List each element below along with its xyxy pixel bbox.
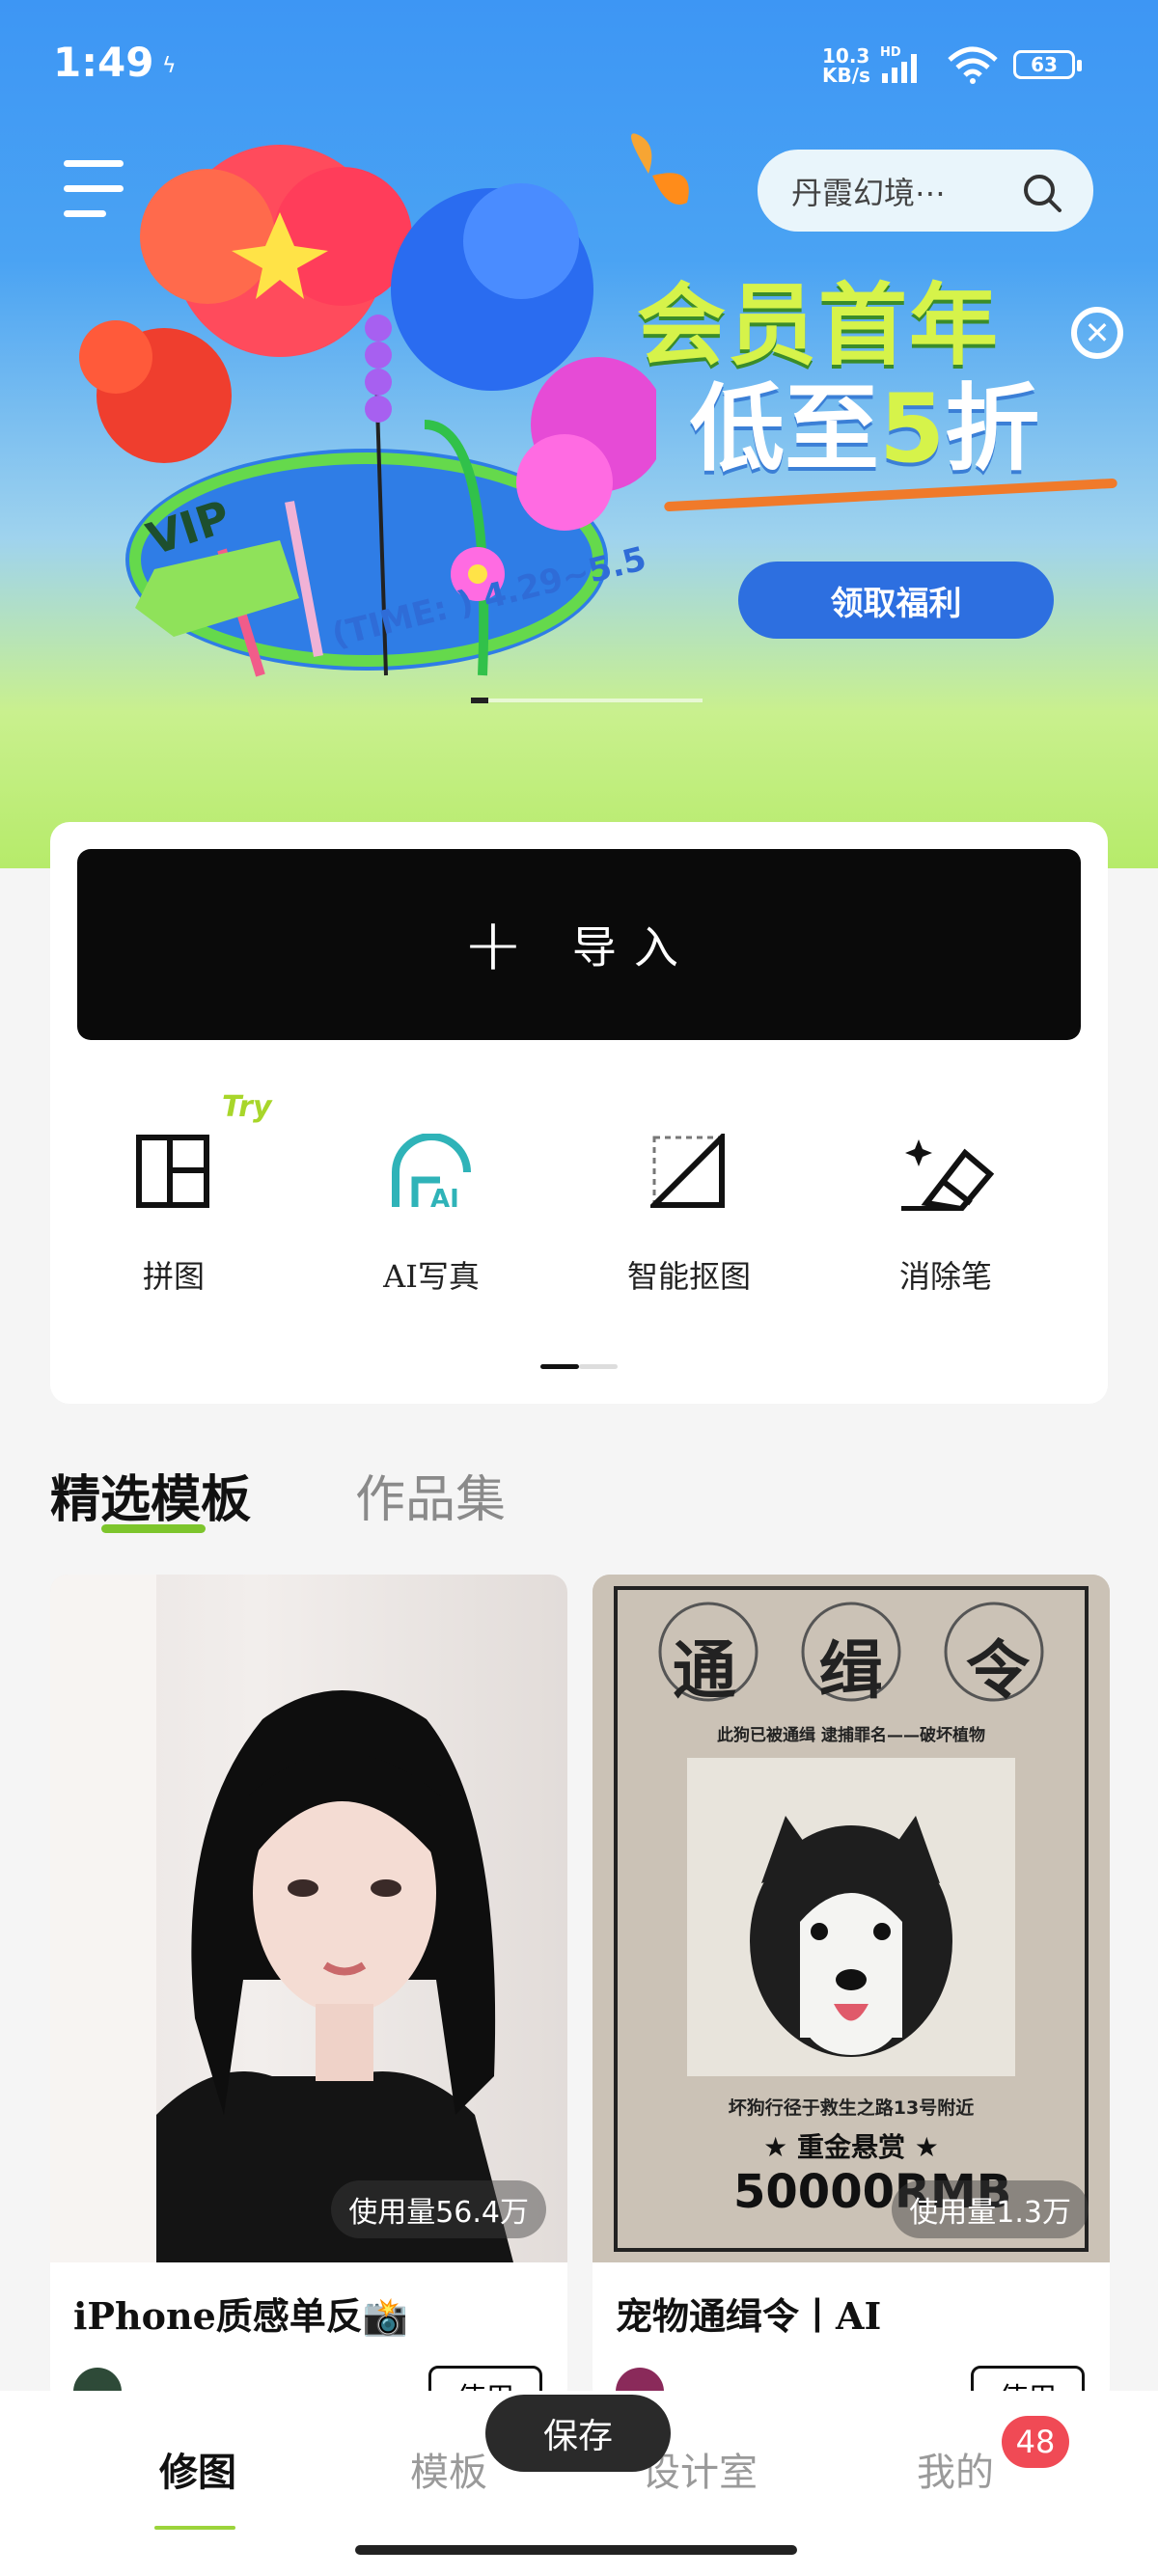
template-thumbnail: 使用量56.4万 bbox=[50, 1575, 567, 2262]
tools-page-indicator bbox=[540, 1364, 618, 1369]
poster-heading: 通缉令 bbox=[673, 1632, 1030, 1708]
nav-item-templates[interactable]: 模板 bbox=[410, 2441, 487, 2497]
home-indicator[interactable] bbox=[355, 2545, 797, 2555]
tool-label: AI写真 bbox=[383, 1258, 480, 1295]
usage-count: 使用量56.4万 bbox=[331, 2180, 546, 2238]
battery-indicator: 63 bbox=[1013, 50, 1075, 79]
try-badge: Try bbox=[222, 1090, 272, 1124]
net-speed: 10.3 KB/s bbox=[822, 46, 870, 85]
status-bar: 1:49 ϟ 10.3 KB/s HD 63 bbox=[0, 0, 1158, 135]
template-thumbnail: 通缉令 此狗已被通缉 逮捕罪名——破坏植物 坏狗行径于救生之路13号附近 ★ 重… bbox=[593, 1575, 1110, 2262]
tool-label: 智能抠图 bbox=[626, 1258, 751, 1295]
tab-featured-templates[interactable]: 精选模板 bbox=[50, 1459, 251, 1531]
poster-reward: ★ 重金悬赏 ★ bbox=[763, 2131, 939, 2163]
tab-underline bbox=[101, 1524, 206, 1533]
net-speed-unit: KB/s bbox=[822, 64, 870, 87]
save-button[interactable]: 保存 bbox=[485, 2395, 671, 2472]
tab-works[interactable]: 作品集 bbox=[355, 1459, 506, 1531]
search-input[interactable]: 丹霞幻境⋯ bbox=[791, 169, 1004, 213]
banner-title: 会员首年 bbox=[637, 274, 1001, 377]
svg-text:HD: HD bbox=[880, 45, 901, 60]
import-label: 导入 bbox=[571, 921, 696, 973]
wifi-icon bbox=[948, 46, 998, 84]
poster-subtitle: 此狗已被通缉 逮捕罪名——破坏植物 bbox=[717, 1726, 985, 1745]
search-bar[interactable]: 丹霞幻境⋯ bbox=[758, 150, 1093, 232]
plus-icon: + bbox=[462, 901, 524, 987]
import-button[interactable]: + 导入 bbox=[77, 849, 1081, 1040]
tool-label: 消除笔 bbox=[898, 1258, 992, 1295]
portrait-image bbox=[50, 1575, 513, 2262]
ai-portrait-icon: AI bbox=[325, 1129, 538, 1216]
tool-collage[interactable]: 拼图 bbox=[68, 1129, 280, 1297]
tool-smart-cutout[interactable]: 智能抠图 bbox=[583, 1129, 795, 1297]
net-speed-value: 10.3 bbox=[822, 44, 870, 68]
tool-ai-portrait[interactable]: AI AI写真 bbox=[325, 1129, 538, 1297]
nav-item-profile[interactable]: 我的 bbox=[917, 2441, 994, 2497]
search-icon[interactable] bbox=[1022, 173, 1062, 213]
banner-close-icon[interactable]: ✕ bbox=[1071, 307, 1123, 359]
battery-tip bbox=[1077, 60, 1082, 71]
nav-active-indicator bbox=[154, 2526, 235, 2530]
template-card[interactable]: 通缉令 此狗已被通缉 逮捕罪名——破坏植物 坏狗行径于救生之路13号附近 ★ 重… bbox=[593, 1575, 1110, 2404]
tool-eraser[interactable]: 消除笔 bbox=[840, 1129, 1052, 1297]
eraser-icon bbox=[840, 1129, 1052, 1216]
signal-icon: HD bbox=[880, 45, 917, 83]
usage-count: 使用量1.3万 bbox=[892, 2180, 1089, 2238]
notification-icon: ϟ bbox=[162, 54, 177, 78]
status-time: 1:49 bbox=[53, 39, 154, 86]
poster-location: 坏狗行径于救生之路13号附近 bbox=[728, 2097, 975, 2119]
template-card[interactable]: 使用量56.4万 iPhone质感单反📸 使用 bbox=[50, 1575, 567, 2404]
template-title: 宠物通缉令丨AI bbox=[616, 2294, 882, 2338]
notification-badge: 48 bbox=[1002, 2416, 1069, 2468]
collage-icon bbox=[68, 1129, 280, 1216]
carousel-indicator bbox=[471, 698, 703, 703]
banner-subtitle: 低至5折 bbox=[690, 374, 1040, 484]
tool-label: 拼图 bbox=[142, 1258, 205, 1295]
template-title: iPhone质感单反📸 bbox=[73, 2294, 409, 2338]
nav-item-edit[interactable]: 修图 bbox=[159, 2441, 236, 2497]
svg-text:AI: AI bbox=[430, 1185, 459, 1211]
claim-benefit-button[interactable]: 领取福利 bbox=[738, 562, 1054, 639]
smart-cutout-icon bbox=[583, 1129, 795, 1216]
